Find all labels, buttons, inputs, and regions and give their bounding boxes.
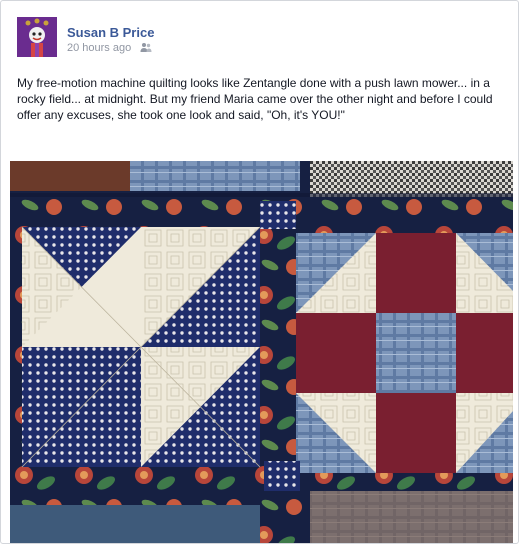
- friends-icon[interactable]: [140, 42, 152, 56]
- author-name[interactable]: Susan B Price: [67, 25, 154, 40]
- ninepatch-block-right: [296, 233, 513, 473]
- post-card: Susan B Price 20 hours ago My free-motio…: [0, 0, 519, 544]
- post-timestamp[interactable]: 20 hours ago: [67, 42, 131, 54]
- post-text: My free-motion machine quilting looks li…: [17, 76, 493, 122]
- author-avatar[interactable]: [17, 17, 57, 57]
- quilt-photo[interactable]: [10, 161, 513, 543]
- quilt-image: [10, 161, 513, 543]
- post-meta: 20 hours ago: [67, 42, 152, 56]
- pinwheel-block-left: [21, 226, 261, 468]
- avatar-icon: [17, 17, 57, 57]
